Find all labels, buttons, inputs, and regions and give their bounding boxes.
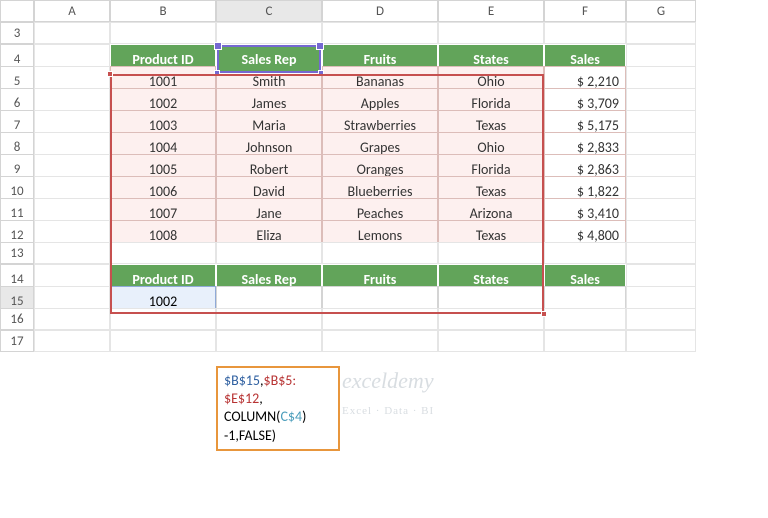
- empty-cell[interactable]: [438, 330, 544, 352]
- empty-cell[interactable]: [438, 22, 544, 44]
- empty-cell[interactable]: [110, 308, 216, 330]
- empty-cell[interactable]: [544, 308, 626, 330]
- empty-cell[interactable]: [34, 22, 110, 44]
- empty-cell[interactable]: [544, 330, 626, 352]
- table-header-h1: Sales Rep: [216, 44, 322, 74]
- col-header-D[interactable]: D: [322, 0, 438, 22]
- col-header-F[interactable]: F: [544, 0, 626, 22]
- row-header-13[interactable]: 13: [0, 242, 34, 264]
- empty-cell[interactable]: [322, 330, 438, 352]
- select-all[interactable]: [0, 0, 34, 22]
- empty-cell[interactable]: [544, 22, 626, 44]
- empty-cell[interactable]: [110, 330, 216, 352]
- empty-cell[interactable]: [216, 330, 322, 352]
- empty-cell[interactable]: [626, 242, 696, 264]
- empty-cell[interactable]: [34, 308, 110, 330]
- empty-cell[interactable]: [34, 242, 110, 264]
- empty-cell[interactable]: [110, 22, 216, 44]
- row-header-3[interactable]: 3: [0, 22, 34, 44]
- empty-cell[interactable]: [322, 308, 438, 330]
- col-header-A[interactable]: A: [34, 0, 110, 22]
- empty-cell[interactable]: [438, 308, 544, 330]
- empty-cell[interactable]: [438, 242, 544, 264]
- col-header-B[interactable]: B: [110, 0, 216, 22]
- empty-cell[interactable]: [216, 308, 322, 330]
- formula-tail: -1,FALSE): [224, 427, 276, 444]
- empty-cell[interactable]: [626, 22, 696, 44]
- empty-cell[interactable]: [626, 330, 696, 352]
- formula-ref: $E$12: [224, 390, 259, 407]
- formula-editing-box[interactable]: $B$15,$B$5: $E$12, COLUMN(C$4) -1,FALSE): [216, 366, 340, 451]
- row-header-16[interactable]: 16: [0, 308, 34, 330]
- empty-cell[interactable]: [322, 22, 438, 44]
- formula-ref: C$4: [280, 408, 302, 425]
- empty-cell[interactable]: [216, 242, 322, 264]
- empty-cell[interactable]: [626, 308, 696, 330]
- empty-cell[interactable]: [110, 242, 216, 264]
- col-header-E[interactable]: E: [438, 0, 544, 22]
- empty-cell[interactable]: [544, 242, 626, 264]
- watermark: exceldemy Excel · Data · BI: [342, 368, 434, 420]
- formula-func: COLUMN(: [224, 408, 280, 425]
- col-header-G[interactable]: G: [626, 0, 696, 22]
- empty-cell[interactable]: [216, 22, 322, 44]
- empty-cell[interactable]: [322, 242, 438, 264]
- row-header-17[interactable]: 17: [0, 330, 34, 352]
- col-header-C[interactable]: C: [216, 0, 322, 22]
- formula-ref: $B$15: [224, 372, 260, 389]
- empty-cell[interactable]: [34, 330, 110, 352]
- formula-ref: $B$5:: [264, 372, 297, 389]
